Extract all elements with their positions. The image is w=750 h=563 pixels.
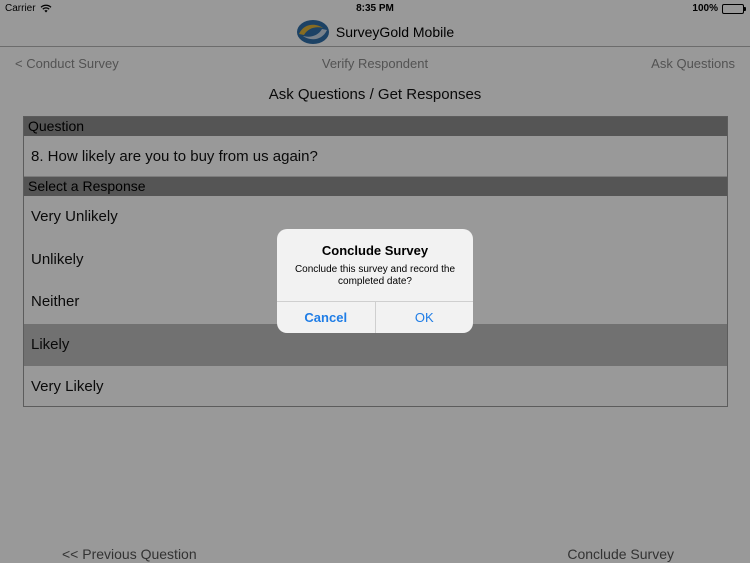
- conclude-survey-alert: Conclude Survey Conclude this survey and…: [277, 229, 473, 333]
- alert-title: Conclude Survey: [321, 243, 429, 258]
- alert-ok-button[interactable]: OK: [376, 302, 474, 333]
- alert-cancel-button[interactable]: Cancel: [277, 302, 376, 333]
- alert-buttons: Cancel OK: [277, 301, 473, 333]
- alert-message: Conclude this survey and record the comp…: [294, 264, 456, 287]
